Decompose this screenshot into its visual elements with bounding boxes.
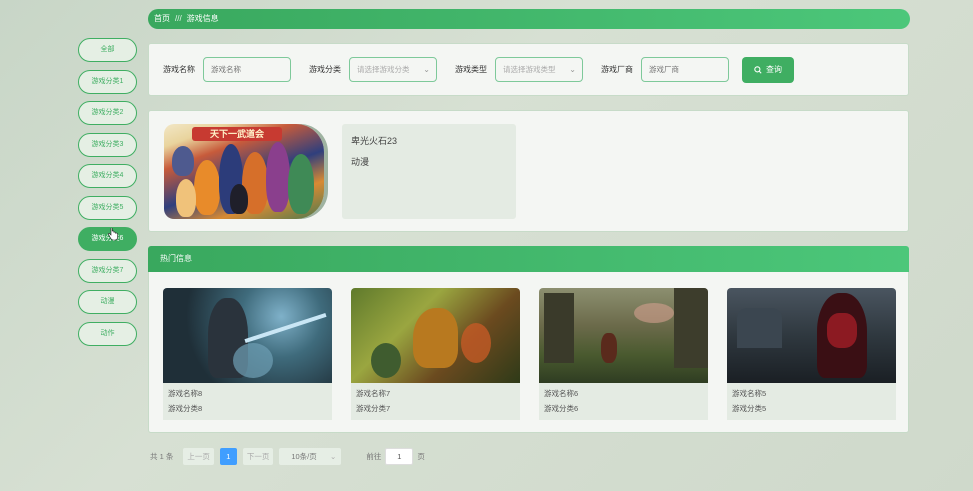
page-number-button[interactable]: 1 [219,448,237,465]
hot-section-header: 热门信息 [148,246,909,272]
game-type-select[interactable]: 请选择游戏类型 ⌄ [495,57,583,82]
pagination: 共 1 条 上一页 1 下一页 10条/页 ⌄ 前往 1 页 [150,448,425,465]
sidebar-item-all[interactable]: 全部 [78,38,137,62]
chevron-down-icon: ⌄ [423,65,430,74]
hot-card[interactable]: 游戏名称7 游戏分类7 [351,288,520,420]
sidebar-item-category-2[interactable]: 游戏分类2 [78,101,137,125]
hot-card-category: 游戏分类5 [732,404,767,413]
breadcrumb-home[interactable]: 首页 [154,14,170,23]
hot-card-image[interactable] [163,288,332,383]
sidebar-item-category-5[interactable]: 游戏分类5 [78,195,137,220]
hot-card[interactable]: 游戏名称5 游戏分类5 [727,288,896,420]
detail-game-name: 卑光火石23 [351,136,398,146]
hot-card-category: 游戏分类7 [356,404,391,413]
hot-card-info: 游戏名称8 游戏分类8 [163,383,332,420]
page-size-value: 10条/页 [291,452,317,461]
hot-card-info: 游戏名称5 游戏分类5 [727,383,896,420]
chevron-down-icon: ⌄ [330,452,337,461]
hot-card-category: 游戏分类6 [544,404,579,413]
game-name-label: 游戏名称 [163,65,195,74]
hand-cursor-icon [108,228,118,241]
sidebar-item-action[interactable]: 动作 [78,321,137,346]
game-category-select[interactable]: 请选择游戏分类 ⌄ [349,57,437,82]
hot-card-image[interactable] [727,288,896,383]
hot-card-name: 游戏名称6 [544,389,579,398]
prev-page-button[interactable]: 上一页 [183,448,214,465]
cover-banner-text: 天下一武道会 [192,127,282,141]
goto-label: 前往 [366,452,382,461]
hot-card-info: 游戏名称7 游戏分类7 [351,383,520,420]
game-type-label: 游戏类型 [455,65,487,74]
hot-card-name: 游戏名称5 [732,389,767,398]
hot-card-image[interactable] [539,288,708,383]
game-vendor-label: 游戏厂商 [601,65,633,74]
detail-game-category: 动漫 [351,157,370,167]
goto-page-input[interactable]: 1 [385,448,414,465]
category-sidebar: 全部 游戏分类1 游戏分类2 游戏分类3 游戏分类4 游戏分类5 游戏分类6 游… [78,38,138,353]
next-page-button[interactable]: 下一页 [242,448,274,465]
hot-section-title: 热门信息 [160,254,192,263]
breadcrumb-current: 游戏信息 [186,14,219,23]
search-icon [754,65,762,74]
hot-card[interactable]: 游戏名称8 游戏分类8 [163,288,332,420]
game-category-label: 游戏分类 [309,65,341,74]
page-size-select[interactable]: 10条/页 ⌄ [279,448,342,465]
game-detail-info: 卑光火石23 动漫 [342,124,516,219]
hot-card-image[interactable] [351,288,520,383]
hot-card-info: 游戏名称6 游戏分类6 [539,383,708,420]
breadcrumb: 首页 /// 游戏信息 [148,9,910,29]
game-detail-panel: 天下一武道会 卑光火石23 动漫 [148,110,909,232]
hot-section-panel: 游戏名称8 游戏分类8 游戏名称7 游戏分类7 游戏名称6 游戏分类6 游戏名称… [148,272,909,433]
hot-card[interactable]: 游戏名称6 游戏分类6 [539,288,708,420]
game-category-placeholder: 请选择游戏分类 [357,65,410,74]
breadcrumb-separator: /// [175,14,182,23]
search-panel: 游戏名称 游戏分类 请选择游戏分类 ⌄ 游戏类型 请选择游戏类型 ⌄ 游戏厂商 … [148,43,909,96]
chevron-down-icon: ⌄ [569,65,576,74]
sidebar-item-category-3[interactable]: 游戏分类3 [78,132,137,157]
hot-card-name: 游戏名称8 [168,389,203,398]
hot-card-category: 游戏分类8 [168,404,203,413]
hot-card-name: 游戏名称7 [356,389,391,398]
pagination-total: 共 1 条 [150,452,174,461]
sidebar-item-category-7[interactable]: 游戏分类7 [78,258,137,283]
game-name-input[interactable] [203,57,291,82]
query-button[interactable]: 查询 [742,56,794,83]
game-type-placeholder: 请选择游戏类型 [503,65,556,74]
sidebar-item-category-4[interactable]: 游戏分类4 [78,164,137,188]
sidebar-item-category-1[interactable]: 游戏分类1 [78,69,137,94]
game-vendor-input[interactable] [641,57,729,82]
sidebar-item-anime[interactable]: 动漫 [78,290,137,314]
game-cover-image[interactable]: 天下一武道会 [164,124,324,219]
goto-page-suffix: 页 [417,452,425,461]
query-button-label: 查询 [766,65,782,74]
